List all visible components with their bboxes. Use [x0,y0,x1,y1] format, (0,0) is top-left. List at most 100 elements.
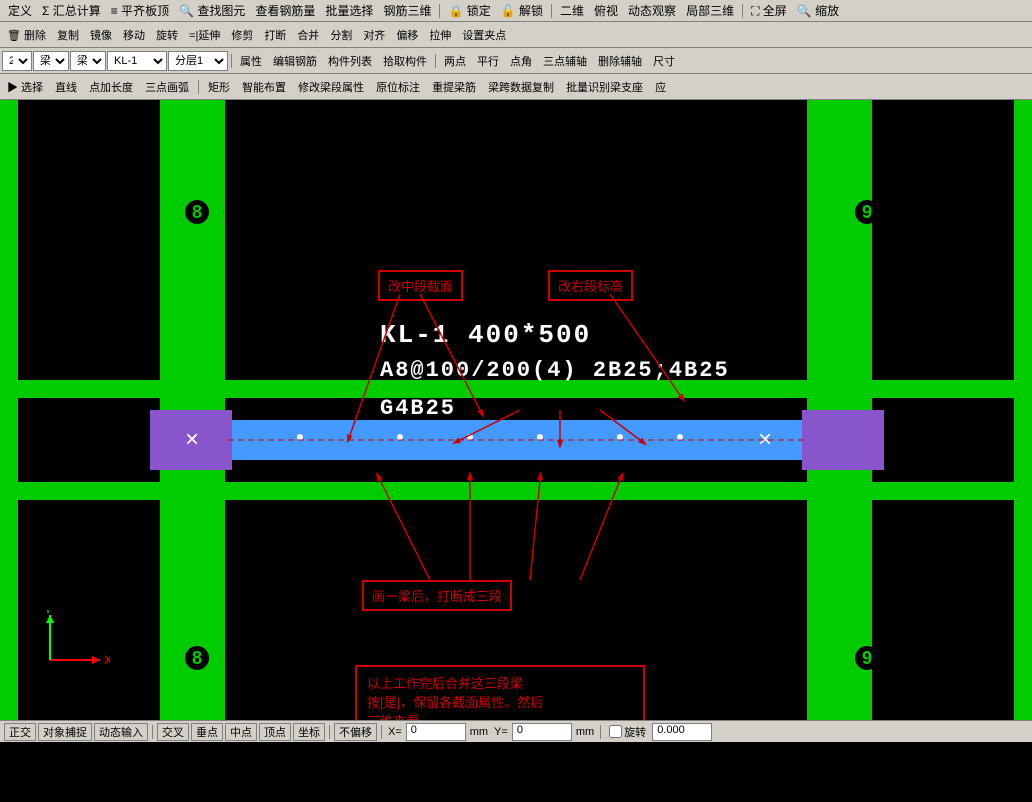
del-aux-button[interactable]: 删除辅轴 [593,50,647,72]
two-point-button[interactable]: 两点 [439,50,471,72]
separator [231,54,232,68]
menu-define[interactable]: 定义 [4,1,36,20]
dynamic-input-button[interactable]: 动态输入 [94,723,148,741]
menu-align-top[interactable]: ≡ 平齐板顶 [107,1,173,20]
statusbar: 正交 对象捕捉 动态输入 交叉 垂点 中点 顶点 坐标 不偏移 X= 0 mm … [0,720,1032,742]
extend-button[interactable]: =|延伸 [184,24,225,46]
separator [198,80,199,94]
menu-local-3d[interactable]: 局部三维 [682,1,738,20]
align-button[interactable]: 对齐 [358,24,390,46]
re-extract-button[interactable]: 重提梁筋 [427,76,481,98]
line-button[interactable]: 直线 [50,76,82,98]
menu-summary[interactable]: Σ 汇总计算 [38,1,105,20]
no-offset-button[interactable]: 不偏移 [334,723,377,741]
svg-text:X: X [104,653,110,667]
col-num-right-bottom: 9 [855,646,879,670]
edit-rebar-button[interactable]: 编辑钢筋 [268,50,322,72]
app-button[interactable]: 应 [650,76,671,98]
rotate-checkbox-label[interactable]: 旋转 [605,724,650,740]
copy-span-button[interactable]: 梁跨数据复制 [483,76,559,98]
beam-dot-6 [677,434,683,440]
floor-select[interactable]: 2 [2,51,32,71]
set-grip-button[interactable]: 设置夹点 [457,24,511,46]
component-list-button[interactable]: 构件列表 [323,50,377,72]
offset-button[interactable]: 偏移 [391,24,423,46]
menu-batch-select[interactable]: 批量选择 [321,1,377,20]
three-point-aux-button[interactable]: 三点辅轴 [538,50,592,72]
rotate-button[interactable]: 旋转 [151,24,183,46]
select-button[interactable]: ▶ 选择 [2,76,48,98]
in-situ-label-button[interactable]: 原位标注 [371,76,425,98]
rotate-checkbox[interactable] [609,725,622,738]
break-button[interactable]: 打断 [259,24,291,46]
merge-button[interactable]: 合并 [292,24,324,46]
col-left-outer [0,100,18,720]
stretch-button[interactable]: 拉伸 [424,24,456,46]
layer-select[interactable]: 分层1 [168,51,228,71]
coordinate-axes: X Y [30,610,110,680]
col-num-right: 9 [855,200,879,224]
menu-lock[interactable]: 🔒 锁定 [444,1,494,20]
three-point-arc-button[interactable]: 三点画弧 [140,76,194,98]
copy-button[interactable]: 复制 [52,24,84,46]
menu-top-view[interactable]: 俯视 [590,1,622,20]
trim-button[interactable]: 修剪 [226,24,258,46]
slab-bottom [0,482,1032,500]
menu-find-element[interactable]: 🔍 查找图元 [175,1,249,20]
menu-unlock[interactable]: 🔓 解锁 [497,1,547,20]
type-select[interactable]: 梁 [33,51,69,71]
menu-dynamic-view[interactable]: 动态观察 [624,1,680,20]
separator [435,54,436,68]
mm-label-2: mm [574,726,596,738]
point-extend-button[interactable]: 点加长度 [84,76,138,98]
rotate-label: 旋转 [624,724,646,740]
joint-right [802,410,884,470]
vertex-button[interactable]: 顶点 [259,723,291,741]
menu-2d[interactable]: 二维 [556,1,588,20]
menu-fullscreen[interactable]: ⛶ 全屏 [747,1,791,20]
beam-label-line2: A8@100/200(4) 2B25;4B25 [380,358,730,383]
separator [381,725,382,739]
separator [551,4,552,18]
parallel-button[interactable]: 平行 [472,50,504,72]
smart-place-button[interactable]: 智能布置 [237,76,291,98]
menu-zoom[interactable]: 🔍 缩放 [793,1,843,20]
beam-main [228,420,804,460]
point-angle-button[interactable]: 点角 [505,50,537,72]
batch-identify-button[interactable]: 批量识别梁支座 [561,76,648,98]
menubar: 定义 Σ 汇总计算 ≡ 平齐板顶 🔍 查找图元 查看钢筋量 批量选择 钢筋三维 … [0,0,1032,22]
subtype-select[interactable]: 梁 [70,51,106,71]
toolbar-draw: ▶ 选择 直线 点加长度 三点画弧 矩形 智能布置 修改梁段属性 原位标注 重提… [0,74,1032,100]
beam-dot-2 [397,434,403,440]
x-field: 0 [406,723,466,741]
beam-dot-5 [617,434,623,440]
cross-button[interactable]: 交叉 [157,723,189,741]
midpoint-button[interactable]: 中点 [225,723,257,741]
separator [152,725,153,739]
modify-segment-button[interactable]: 修改梁段属性 [293,76,369,98]
menu-rebar-3d[interactable]: 钢筋三维 [379,1,435,20]
delete-button[interactable]: 🗑 删除 [2,24,51,46]
dimension-button[interactable]: 尺寸 [648,50,680,72]
perpendicular-button[interactable]: 垂点 [191,723,223,741]
object-snap-button[interactable]: 对象捕捉 [38,723,92,741]
pick-component-button[interactable]: 拾取构件 [378,50,432,72]
split-button[interactable]: 分割 [325,24,357,46]
orthogonal-button[interactable]: 正交 [4,723,36,741]
name-select[interactable]: KL-1 [107,51,167,71]
menu-view-rebar[interactable]: 查看钢筋量 [251,1,319,20]
coordinate-button[interactable]: 坐标 [293,723,325,741]
move-button[interactable]: 移动 [118,24,150,46]
mirror-button[interactable]: 镜像 [85,24,117,46]
beam-dot-1 [297,434,303,440]
anno-instruction-line2: 按[是]，保留各截面属性。然后 [367,692,633,711]
svg-text:Y: Y [44,610,52,616]
properties-button[interactable]: 属性 [235,50,267,72]
y-field: 0 [512,723,572,741]
rotate-field: 0.000 [652,723,712,741]
rect-button[interactable]: 矩形 [203,76,235,98]
x-label: X= [386,726,404,738]
separator [439,4,440,18]
beam-label-line1: KL-1 400*500 [380,320,591,350]
separator [329,725,330,739]
